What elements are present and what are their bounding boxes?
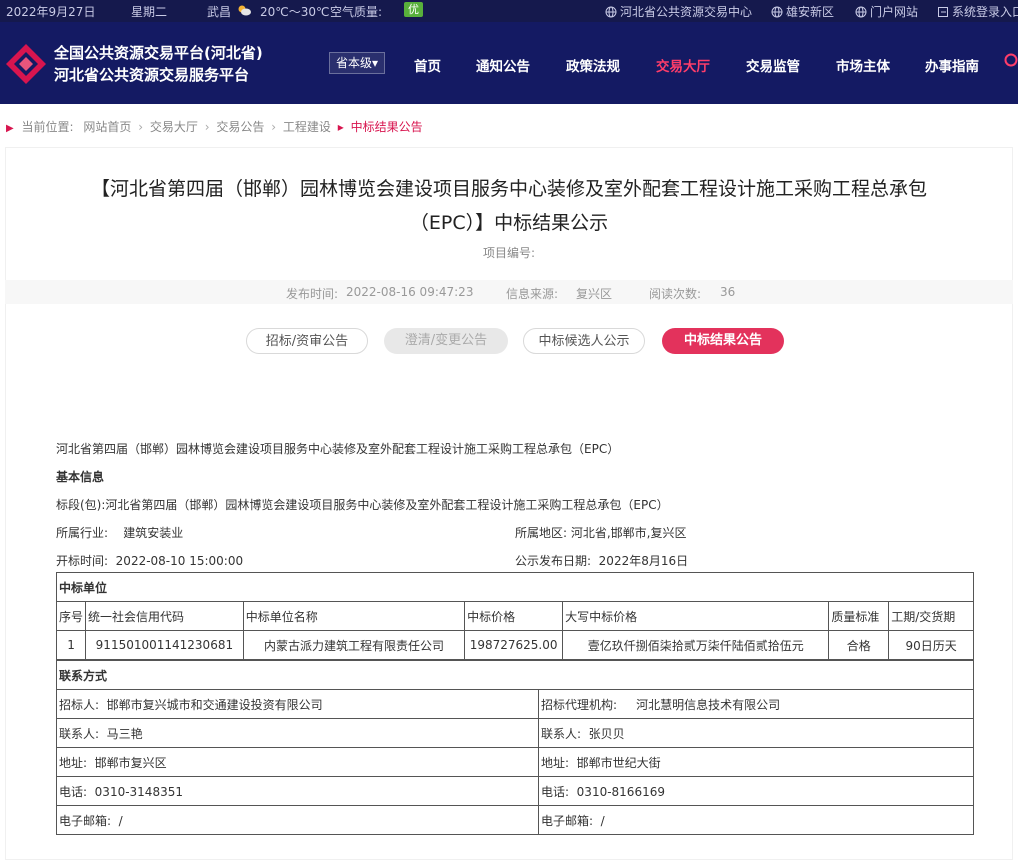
nav-guide[interactable]: 办事指南: [925, 55, 979, 75]
link-portal[interactable]: 门户网站: [855, 3, 918, 20]
weekday-text: 星期二: [131, 5, 168, 19]
views-label: 阅读次数:: [649, 287, 702, 301]
project-name-text: 河北省第四届（邯郸）园林博览会建设项目服务中心装修及室外配套工程设计施工采购工程…: [56, 442, 620, 456]
chevron-right-icon: ›: [138, 120, 144, 134]
breadcrumb-current[interactable]: 中标结果公告: [351, 120, 423, 134]
breadcrumb-trading-hall[interactable]: 交易大厅: [150, 120, 198, 134]
open-time-text: 开标时间: 2022-08-10 15:00:00: [56, 554, 244, 568]
publish-time-label: 发布时间:: [286, 287, 339, 301]
air-quality-label: 空气质量:: [330, 5, 383, 19]
globe-icon: [771, 6, 783, 17]
table-row: 联系人: 马三艳 联系人: 张贝贝: [56, 718, 974, 748]
search-icon[interactable]: [1003, 52, 1018, 70]
col-company-name: 中标单位名称: [242, 601, 466, 631]
breadcrumb-home[interactable]: 网站首页: [83, 120, 131, 134]
tab-tender-notice[interactable]: 招标/资审公告: [246, 328, 368, 354]
table-row: 1 911501001141230681 内蒙古派力建筑工程有限责任公司 198…: [55, 630, 974, 660]
breadcrumb-notices[interactable]: 交易公告: [216, 120, 264, 134]
tab-result-notice[interactable]: 中标结果公告: [662, 328, 784, 354]
table-row: 电话: 0310-3148351 电话: 0310-8166169: [56, 776, 974, 806]
col-price-uppercase: 大写中标价格: [562, 601, 830, 631]
caret-down-icon: ▾: [372, 56, 379, 70]
col-credit-code: 统一社会信用代码: [85, 601, 244, 631]
source-value: 复兴区: [576, 287, 613, 301]
breadcrumb-engineering[interactable]: 工程建设: [283, 120, 331, 134]
link-login[interactable]: 系统登录入口: [937, 3, 1018, 20]
winner-table: 中标单位 序号 统一社会信用代码 中标单位名称 中标价格 大写中标价格 质量标准…: [55, 572, 974, 660]
chevron-right-icon: ▸: [337, 120, 344, 134]
top-info-bar: 2022年9月27日 星期二 武昌 20℃～30℃ 空气质量: 优 河北省公共资…: [0, 0, 1018, 22]
nav-supervision[interactable]: 交易监管: [746, 55, 800, 75]
globe-icon: [605, 6, 617, 17]
link-hebei-center[interactable]: 河北省公共资源交易中心: [605, 3, 752, 20]
source-label: 信息来源:: [506, 287, 559, 301]
site-logo-icon: [6, 44, 46, 84]
nav-trading-hall[interactable]: 交易大厅: [656, 55, 710, 75]
col-price: 中标价格: [464, 601, 564, 631]
nav-home[interactable]: 首页: [414, 55, 441, 75]
contact-table: 联系方式 招标人: 邯郸市复兴城市和交通建设投资有限公司 招标代理机构: 河北慧…: [56, 660, 974, 835]
publish-date-text: 公示发布日期: 2022年8月16日: [515, 554, 689, 568]
brand-title-line1[interactable]: 全国公共资源交易平台(河北省): [54, 42, 263, 63]
sun-cloud-icon: [237, 3, 251, 17]
site-header: 全国公共资源交易平台(河北省) 河北省公共资源交易服务平台 省本级▾ 首页 通知…: [0, 22, 1018, 104]
industry-text: 所属行业: 建筑安装业: [56, 526, 184, 540]
chevron-right-icon: ›: [271, 120, 277, 134]
city-text: 武昌: [207, 5, 232, 19]
tab-clarification-notice[interactable]: 澄清/变更公告: [384, 328, 508, 354]
temperature-text: 20℃～30℃: [260, 5, 330, 19]
region-text: 所属地区: 河北省,邯郸市,复兴区: [515, 526, 687, 540]
table-header-row: 序号 统一社会信用代码 中标单位名称 中标价格 大写中标价格 质量标准 工期/交…: [55, 601, 974, 631]
login-icon: [938, 6, 948, 17]
nav-market-entities[interactable]: 市场主体: [836, 55, 890, 75]
breadcrumb-arrow-icon: ▶: [6, 123, 14, 134]
contact-table-heading: 联系方式: [56, 660, 974, 690]
publish-time-value: 2022-08-16 09:47:23: [346, 285, 474, 299]
meta-bar: 发布时间: 2022-08-16 09:47:23 信息来源: 复兴区 阅读次数…: [5, 280, 1013, 304]
col-duration: 工期/交货期: [888, 601, 974, 631]
col-index: 序号: [55, 601, 87, 631]
nav-policies[interactable]: 政策法规: [566, 55, 620, 75]
chevron-right-icon: ›: [204, 120, 210, 134]
views-value: 36: [720, 285, 736, 299]
project-number: 项目编号:: [482, 246, 536, 260]
breadcrumb-label: 当前位置:: [21, 120, 74, 134]
date-text: 2022年9月27日: [6, 5, 96, 19]
basic-info-heading: 基本信息: [56, 470, 105, 484]
tab-candidate-notice[interactable]: 中标候选人公示: [523, 328, 645, 354]
page-title: 【河北省第四届（邯郸）园林博览会建设项目服务中心装修及室外配套工程设计施工采购工…: [90, 178, 927, 234]
winner-table-heading: 中标单位: [56, 572, 974, 602]
table-row: 招标人: 邯郸市复兴城市和交通建设投资有限公司 招标代理机构: 河北慧明信息技术…: [56, 689, 974, 719]
nav-notices[interactable]: 通知公告: [476, 55, 530, 75]
breadcrumb: ▶ 当前位置: 网站首页 › 交易大厅 › 交易公告 › 工程建设 ▸ 中标结果…: [6, 118, 423, 135]
section-text: 标段(包):河北省第四届（邯郸）园林博览会建设项目服务中心装修及室外配套工程设计…: [56, 498, 669, 512]
table-row: 电子邮箱: / 电子邮箱: /: [56, 805, 974, 835]
link-xiongan[interactable]: 雄安新区: [771, 3, 834, 20]
brand-title-line2[interactable]: 河北省公共资源交易服务平台: [54, 64, 249, 85]
region-select[interactable]: 省本级▾: [329, 52, 385, 74]
air-quality-badge: 优: [404, 2, 423, 17]
col-quality: 质量标准: [828, 601, 890, 631]
globe-icon: [855, 6, 867, 17]
table-row: 地址: 邯郸市复兴区 地址: 邯郸市世纪大街: [56, 747, 974, 777]
